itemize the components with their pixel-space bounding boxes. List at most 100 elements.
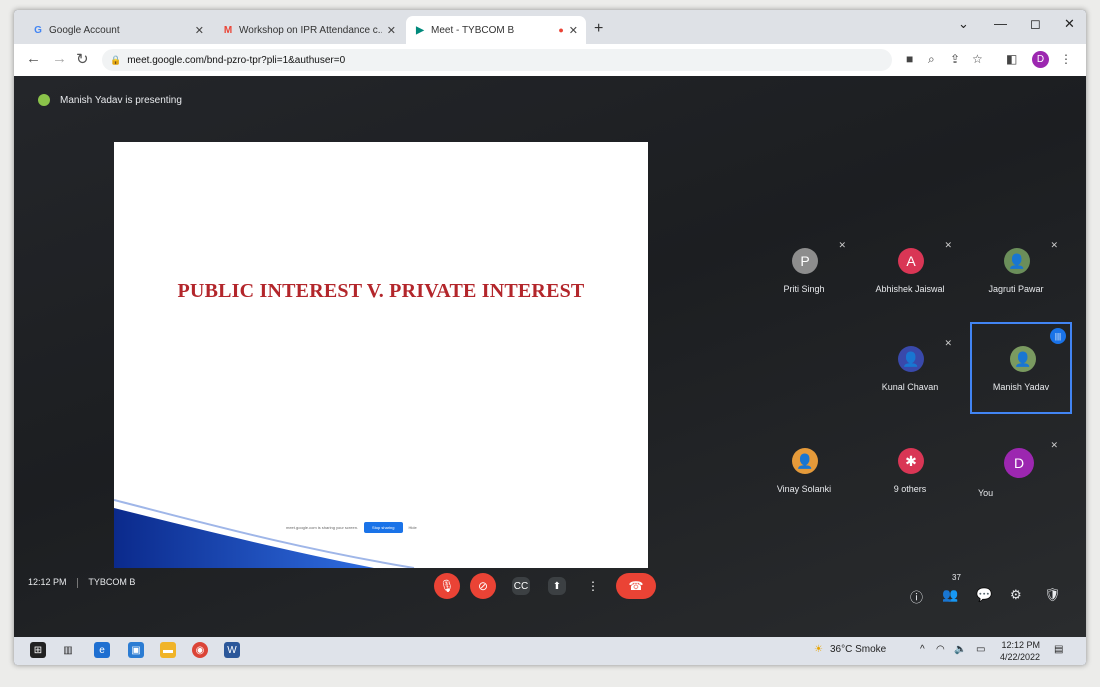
lock-icon: 🔒 <box>110 54 122 65</box>
meeting-time: 12:12 PM <box>28 577 67 587</box>
system-clock[interactable]: 12:12 PM 4/22/2022 <box>1000 639 1040 663</box>
close-icon[interactable]: ✕ <box>195 24 204 37</box>
speaking-indicator-icon: ||| <box>1050 328 1066 344</box>
info-icon[interactable]: ⓘ <box>910 587 923 606</box>
avatar: A <box>898 248 924 274</box>
participant-tile-active-speaker[interactable]: ||| 👤 Manish Yadav <box>970 322 1072 414</box>
participant-name: Jagruti Pawar <box>988 284 1044 294</box>
meet-area: Manish Yadav is presenting PUBLIC INTERE… <box>14 76 1086 637</box>
camera-toggle-button[interactable]: ⊘ <box>470 573 496 599</box>
avatar-photo: 👤 <box>1010 346 1036 372</box>
participant-name: Vinay Solanki <box>776 484 832 494</box>
clock-time: 12:12 PM <box>1001 640 1041 650</box>
host-controls-icon[interactable]: 🛡 <box>1044 587 1061 603</box>
task-view-icon[interactable]: ▥ <box>60 642 76 658</box>
screen-share-bar: meet.google.com is sharing your screen. … <box>286 520 476 534</box>
mic-toggle-button[interactable]: 🎙 <box>434 573 460 599</box>
participant-name: 9 others <box>893 484 927 494</box>
tab-strip: G Google Account ✕ M Workshop on IPR Att… <box>14 10 1086 44</box>
forward-icon[interactable]: → <box>52 50 67 67</box>
network-icon[interactable]: ◠ <box>936 644 945 655</box>
taskbar: ⊞ ▥ e ▣ ▬ ◉ W ☀ 36°C Smoke ^ ◠ 🔈 ▭ 12:12… <box>14 637 1086 665</box>
avatar-photo: 👤 <box>792 448 818 474</box>
slide-title: PUBLIC INTEREST V. PRIVATE INTEREST <box>177 280 585 302</box>
presenting-banner: Manish Yadav is presenting <box>38 94 182 106</box>
people-icon[interactable]: 👥 <box>942 587 958 603</box>
tab-title: Meet - TYBCOM B <box>431 24 515 36</box>
participant-tile-others[interactable]: ✱ 9 others <box>862 436 958 518</box>
edge-icon[interactable]: e <box>94 642 110 658</box>
minimize-button[interactable]: — <box>994 16 1007 31</box>
tab-search-icon[interactable]: ⌄ <box>958 16 969 32</box>
participant-tile-self[interactable]: ✕ D You <box>968 436 1064 518</box>
tab-workshop[interactable]: M Workshop on IPR Attendance c... ✕ <box>214 16 404 44</box>
meeting-info: 12:12 PM TYBCOM B <box>28 577 135 588</box>
camera-icon[interactable]: ■ <box>906 52 913 66</box>
new-tab-button[interactable]: + <box>594 20 603 38</box>
presenting-text: Manish Yadav is presenting <box>60 94 182 106</box>
word-icon[interactable]: W <box>224 642 240 658</box>
weather-icon: ☀ <box>814 644 823 655</box>
participant-name: Kunal Chavan <box>881 382 939 392</box>
menu-icon[interactable]: ⋮ <box>1060 52 1072 66</box>
mic-off-icon: ✕ <box>838 240 846 250</box>
mic-off-icon: ✕ <box>1050 440 1058 450</box>
google-icon: G <box>34 24 42 36</box>
address-bar: ← → ↻ 🔒 meet.google.com/bnd-pzro-tpr?pli… <box>14 44 1086 77</box>
end-call-button[interactable]: ☎ <box>616 573 656 599</box>
captions-button[interactable]: CC <box>512 577 530 595</box>
participant-name: Abhishek Jaiswal <box>875 284 945 294</box>
store-icon[interactable]: ▣ <box>128 642 144 658</box>
participant-name: Manish Yadav <box>992 382 1050 392</box>
tab-title: Workshop on IPR Attendance c... <box>239 24 382 36</box>
present-button[interactable]: ⬆ <box>548 577 566 595</box>
participant-tile[interactable]: ✕ A Abhishek Jaiswal <box>862 236 958 318</box>
participant-tile[interactable]: ✕ P Priti Singh <box>756 236 852 318</box>
clock-date: 4/22/2022 <box>1000 652 1041 662</box>
window-close-button[interactable]: ✕ <box>1064 16 1075 32</box>
participant-tile[interactable]: ✕ 👤 Kunal Chavan <box>862 334 958 416</box>
tab-google-account[interactable]: G Google Account ✕ <box>24 16 212 44</box>
volume-icon[interactable]: 🔈 <box>954 644 966 655</box>
chevron-up-icon[interactable]: ^ <box>920 644 925 655</box>
activities-icon[interactable]: ⚙ <box>1010 587 1022 603</box>
hide-button[interactable]: Hide <box>409 525 417 530</box>
participant-tile[interactable]: 👤 Vinay Solanki <box>756 436 852 518</box>
weather-text[interactable]: 36°C Smoke <box>830 644 886 655</box>
presenter-avatar <box>38 94 50 106</box>
stop-sharing-button[interactable]: Stop sharing <box>364 521 403 533</box>
participant-name: You <box>978 488 994 498</box>
url-text: meet.google.com/bnd-pzro-tpr?pli=1&authu… <box>127 54 346 66</box>
avatar: D <box>1004 448 1034 478</box>
close-icon[interactable]: ✕ <box>569 24 578 37</box>
reload-icon[interactable]: ↻ <box>76 50 89 68</box>
notifications-icon[interactable]: ▤ <box>1054 644 1063 655</box>
url-field[interactable]: 🔒 meet.google.com/bnd-pzro-tpr?pli=1&aut… <box>102 49 892 71</box>
back-icon[interactable]: ← <box>26 50 41 67</box>
share-bar-text: meet.google.com is sharing your screen. <box>286 524 359 530</box>
battery-icon[interactable]: ▭ <box>976 644 985 655</box>
tab-meet[interactable]: ▶ Meet - TYBCOM B ● ✕ <box>406 16 586 44</box>
mic-off-icon: ✕ <box>944 338 952 348</box>
avatar-photo: 👤 <box>1004 248 1030 274</box>
recording-dot-icon: ● <box>558 25 564 35</box>
profile-avatar[interactable]: D <box>1032 51 1049 68</box>
maximize-button[interactable]: ◻ <box>1030 16 1041 32</box>
chat-icon[interactable]: 💬 <box>976 587 992 603</box>
avatar-photo: 👤 <box>898 346 924 372</box>
mic-off-icon: ✕ <box>944 240 952 250</box>
search-icon[interactable]: ⌕ <box>928 52 935 67</box>
close-icon[interactable]: ✕ <box>387 24 396 37</box>
meeting-name: TYBCOM B <box>88 577 136 587</box>
meet-control-bar: 12:12 PM TYBCOM B 🎙 ⊘ CC ⬆ ⋮ ☎ ⓘ 37 👥 💬 … <box>14 567 1086 637</box>
star-icon[interactable]: ☆ <box>972 52 983 66</box>
share-icon[interactable]: ⇪ <box>950 52 960 66</box>
windows-start-icon[interactable]: ⊞ <box>30 642 46 658</box>
file-explorer-icon[interactable]: ▬ <box>160 642 176 658</box>
chrome-icon[interactable]: ◉ <box>192 642 208 658</box>
sidepanel-icon[interactable]: ◧ <box>1006 52 1017 66</box>
presentation-slide: PUBLIC INTEREST V. PRIVATE INTEREST meet… <box>114 142 648 568</box>
more-options-button[interactable]: ⋮ <box>580 573 606 599</box>
participant-tile[interactable]: ✕ 👤 Jagruti Pawar <box>968 236 1064 318</box>
divider <box>77 577 79 588</box>
